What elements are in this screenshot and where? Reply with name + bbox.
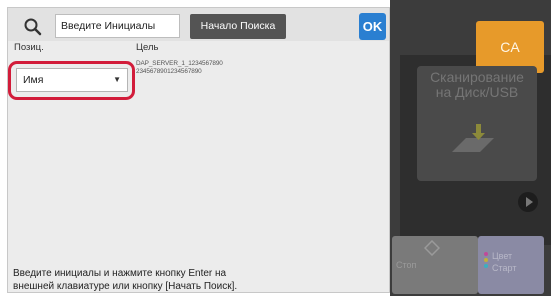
color-label-line-2: Старт (492, 263, 517, 273)
target-column-header: Цель (136, 42, 159, 53)
next-page-button[interactable] (518, 192, 538, 212)
instructions-line-1: Введите инициалы и нажмите кнопку Enter … (13, 268, 227, 279)
cyan-dot-icon (484, 264, 488, 268)
scan-label-line-1: Сканирование (430, 69, 524, 85)
stop-icon (423, 239, 441, 257)
start-search-button[interactable]: Начало Поиска (190, 14, 286, 39)
color-start-label: Цвет Старт (492, 250, 516, 274)
magenta-dot-icon (484, 252, 488, 256)
position-select-value: Имя (23, 74, 44, 86)
color-start-button[interactable]: Цвет Старт (478, 236, 544, 294)
ok-button[interactable]: OK (359, 13, 386, 40)
target-line-2: 2345678901234567890 (136, 68, 202, 75)
target-line-1: DAP_SERVER_1_1234567890 (136, 60, 223, 67)
search-dialog: Введите Инициалы Начало Поиска OK Позиц.… (7, 7, 390, 293)
stop-label: Стоп (396, 260, 417, 270)
position-column-header: Позиц. (14, 42, 44, 53)
initials-input[interactable]: Введите Инициалы (55, 14, 180, 38)
target-value: DAP_SERVER_1_1234567890 2345678901234567… (136, 60, 223, 76)
position-select[interactable]: Имя ▼ (16, 68, 128, 92)
stop-button[interactable]: Стоп (392, 236, 478, 294)
scan-label-line-2: на Диск/USB (435, 84, 519, 100)
instructions-line-2: внешней клавиатуре или кнопку [Начать По… (13, 281, 238, 292)
yellow-dot-icon (484, 258, 488, 262)
instructions-text: Введите инициалы и нажмите кнопку Enter … (13, 267, 288, 293)
search-icon[interactable] (22, 16, 44, 38)
scan-usb-icon (448, 122, 498, 156)
color-label-line-1: Цвет (492, 251, 513, 261)
screen: Введите Инициалы Начало Поиска OK Позиц.… (0, 0, 551, 296)
search-toolbar: Введите Инициалы Начало Поиска OK (8, 8, 389, 41)
play-arrow-icon (526, 197, 533, 207)
dropdown-arrow-icon: ▼ (113, 75, 121, 84)
scan-to-usb-label: Сканирование на Диск/USB (417, 70, 537, 100)
